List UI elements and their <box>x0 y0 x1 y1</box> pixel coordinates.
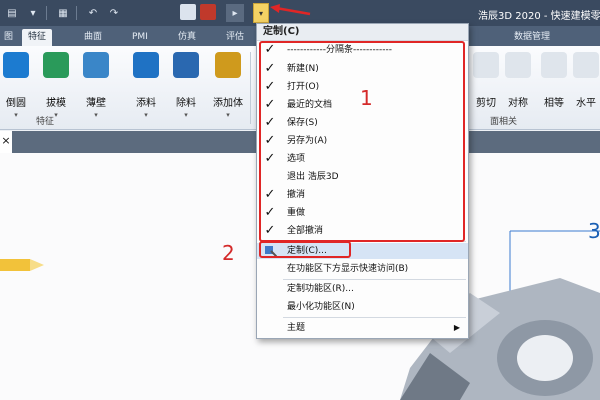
add-material-button[interactable]: 添料 ▾ <box>126 52 166 119</box>
cut-icon <box>473 52 499 78</box>
fillet-label: 倒圆 <box>6 98 26 109</box>
toolbar-divider <box>46 6 47 20</box>
tab-pmi[interactable]: PMI <box>126 29 154 46</box>
remove-material-icon <box>173 52 199 78</box>
menu-item-theme[interactable]: 主题 ▶ <box>257 320 468 336</box>
menu-item-minimize-ribbon[interactable]: 最小化功能区(N) <box>257 299 468 315</box>
symmetric-button[interactable]: 对称 <box>498 52 538 109</box>
annotation-number-1: 1 <box>360 86 373 110</box>
tab-surface[interactable]: 曲面 <box>78 29 108 46</box>
undo-icon[interactable]: ↶ <box>84 4 102 22</box>
menu-item-customize-ribbon[interactable]: 定制功能区(R)... <box>257 281 468 297</box>
caret-icon: ▾ <box>94 111 98 119</box>
measure-icon[interactable] <box>200 4 216 20</box>
horizontal-button[interactable]: 水平 <box>566 52 600 109</box>
caret-icon: ▾ <box>184 111 188 119</box>
quick-access-toolbar: ▤ ▾ ▦ ↶ ↷ <box>0 0 123 26</box>
draft-icon <box>43 52 69 78</box>
select-icon[interactable]: ▸ <box>226 4 244 22</box>
menu-title: 定制(C) <box>257 24 468 41</box>
tab-feature[interactable]: 特征 <box>22 29 53 46</box>
caret-icon: ▾ <box>14 111 18 119</box>
menu-item-label: 最小化功能区(N) <box>287 302 355 312</box>
menu-divider <box>283 317 466 318</box>
thin-wall-button[interactable]: 薄壁 ▾ <box>76 52 116 119</box>
add-body-label: 添加体 <box>213 98 243 109</box>
equal-icon <box>541 52 567 78</box>
group-divider <box>250 52 251 124</box>
menu-item-label: 在功能区下方显示快速访问(B) <box>287 264 409 274</box>
symmetric-label: 对称 <box>508 98 528 109</box>
menu-item-show-below-ribbon[interactable]: 在功能区下方显示快速访问(B) <box>257 261 468 277</box>
thin-wall-label: 薄壁 <box>86 98 106 109</box>
symmetric-icon <box>505 52 531 78</box>
group-label-face-related: 面相关 <box>490 117 518 127</box>
fillet-button[interactable]: 倒圆 ▾ <box>0 52 36 119</box>
annotation-box-2 <box>259 241 351 258</box>
dropdown-caret-icon[interactable]: ▾ <box>24 4 42 22</box>
draft-button[interactable]: 拔模 ▾ <box>36 52 76 119</box>
annotation-number-3: 3 <box>588 219 600 243</box>
options-icon[interactable]: ▦ <box>54 4 72 22</box>
annotation-number-2: 2 <box>222 241 235 265</box>
submenu-arrow-icon: ▶ <box>453 323 460 332</box>
add-material-label: 添料 <box>136 98 156 109</box>
close-icon[interactable]: × <box>0 131 12 153</box>
menu-divider <box>283 279 466 280</box>
annotation-arrow-icon <box>270 4 311 16</box>
menu-item-label: 主题 <box>287 323 306 333</box>
thin-wall-icon <box>83 52 109 78</box>
annotation-box-1 <box>259 41 465 242</box>
tab-simulation[interactable]: 仿真 <box>172 29 202 46</box>
add-material-icon <box>133 52 159 78</box>
add-body-button[interactable]: 添加体 ▾ <box>208 52 248 119</box>
window-title: 浩辰3D 2020 - 快速建模零件 <box>478 11 600 22</box>
tab-evaluate[interactable]: 评估 <box>220 29 250 46</box>
horizontal-icon <box>573 52 599 78</box>
horizontal-label: 水平 <box>576 98 596 109</box>
paint-icon[interactable] <box>180 4 196 20</box>
tab-view[interactable]: 图 <box>0 29 19 46</box>
redo-icon[interactable]: ↷ <box>105 4 123 22</box>
menu-item-label: 定制功能区(R)... <box>287 284 354 294</box>
caret-icon: ▾ <box>144 111 148 119</box>
pencil-tool-icon <box>0 259 30 271</box>
tab-data-management[interactable]: 数据管理 <box>508 29 556 46</box>
remove-material-button[interactable]: 除料 ▾ <box>166 52 206 119</box>
group-label-feature: 特征 <box>36 117 55 127</box>
save-icon[interactable]: ▤ <box>3 4 21 22</box>
caret-icon: ▾ <box>226 111 230 119</box>
remove-material-label: 除料 <box>176 98 196 109</box>
fillet-icon <box>3 52 29 78</box>
customize-qat-dropdown-button[interactable]: ▾ <box>253 3 269 23</box>
draft-label: 拔模 <box>46 98 66 109</box>
add-body-icon <box>215 52 241 78</box>
toolbar-divider <box>76 6 77 20</box>
